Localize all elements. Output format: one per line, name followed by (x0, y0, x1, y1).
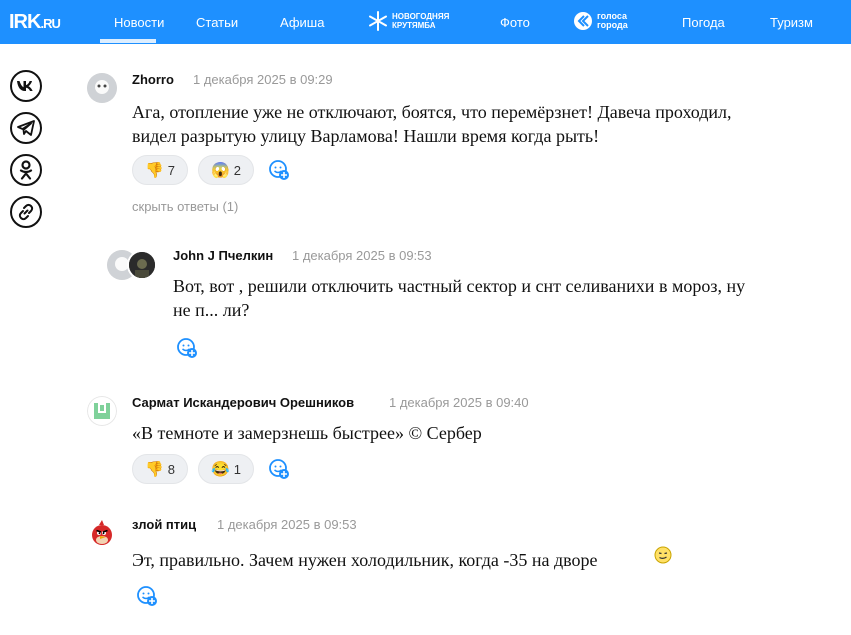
add-reaction-icon[interactable] (136, 585, 158, 607)
reaction-dislike-button[interactable]: 👎 8 (132, 454, 188, 484)
link-icon (18, 203, 34, 221)
telegram-icon (17, 120, 35, 136)
comment-author[interactable]: Zhorro (132, 72, 174, 87)
reaction-count: 2 (233, 162, 241, 178)
nav-item-tourism[interactable]: Туризм (770, 15, 813, 30)
comment-date: 1 декабря 2025 в 09:53 (217, 517, 357, 532)
comment-text: Эт, правильно. Зачем нужен холодильник, … (132, 548, 652, 572)
reaction-shock-button[interactable]: 😱 2 (198, 155, 254, 185)
comment-text-line: «В темноте и замерзнешь быстрее» © Сербе… (132, 423, 482, 443)
comment-author[interactable]: Сармат Искандерович Орешников (132, 395, 354, 410)
promo-city-voices-link[interactable]: голоса города (574, 12, 628, 30)
nav-item-photo[interactable]: Фото (500, 15, 530, 30)
user-avatar-icon (87, 396, 117, 426)
share-telegram-button[interactable] (10, 112, 42, 144)
avatar[interactable] (127, 250, 157, 280)
promo-city-voices-line2: города (597, 20, 628, 30)
odnoklassniki-icon (19, 160, 33, 180)
thumbs-down-icon: 👎 (145, 461, 164, 478)
comment-text-line: Эт, правильно. Зачем нужен холодильник, … (132, 550, 598, 570)
comment-author[interactable]: злой птиц (132, 517, 196, 532)
share-vk-button[interactable] (10, 70, 42, 102)
nav-active-indicator (100, 39, 156, 43)
user-avatar-icon (129, 252, 155, 278)
scream-face-icon: 😱 (211, 162, 230, 179)
comment-text: Вот, вот , решили отключить частный сект… (173, 274, 843, 322)
site-logo[interactable]: IRK.RU (9, 11, 61, 34)
nav-item-news[interactable]: Новости (114, 15, 164, 30)
logo-main-text: IRK (9, 11, 41, 33)
comment-text: «В темноте и замерзнешь быстрее» © Сербе… (132, 421, 832, 445)
reaction-count: 1 (233, 461, 241, 477)
comment-text-line: Вот, вот , решили отключить частный сект… (173, 276, 746, 296)
copy-link-button[interactable] (10, 196, 42, 228)
comment-author[interactable]: John J Пчелкин (173, 248, 273, 263)
reaction-dislike-button[interactable]: 👎 7 (132, 155, 188, 185)
promo-new-year-line2: КРУТЯМБА (392, 21, 436, 30)
comment-date: 1 декабря 2025 в 09:53 (292, 248, 432, 263)
hide-replies-link[interactable]: скрыть ответы (1) (132, 199, 238, 214)
top-navigation-bar: IRK.RU Новости Статьи Афиша НОВОГОДНЯЯ К… (0, 0, 851, 44)
reaction-count: 8 (167, 461, 175, 477)
angry-bird-avatar-icon (92, 520, 112, 545)
user-avatar-icon (87, 73, 117, 103)
thumbs-down-icon: 👎 (145, 162, 164, 179)
avatar[interactable] (87, 518, 117, 548)
promo-new-year-link[interactable]: НОВОГОДНЯЯ КРУТЯМБА (369, 11, 450, 31)
city-voices-icon (574, 12, 592, 30)
reaction-laugh-button[interactable]: 😂 1 (198, 454, 254, 484)
snowflake-icon (369, 11, 387, 31)
nav-item-events[interactable]: Афиша (280, 15, 324, 30)
comment-text-line: не п... ли? (173, 300, 250, 320)
add-reaction-icon[interactable] (268, 458, 290, 480)
nav-item-weather[interactable]: Погода (682, 15, 725, 30)
comment-date: 1 декабря 2025 в 09:40 (389, 395, 529, 410)
laughing-face-icon: 😂 (211, 461, 230, 478)
smirk-smiley-icon (654, 546, 672, 564)
comment-text-line: видел разрытую улицу Варламова! Нашли вр… (132, 126, 600, 146)
nav-item-articles[interactable]: Статьи (196, 15, 238, 30)
avatar[interactable] (87, 73, 117, 103)
logo-suffix-text: .RU (40, 16, 60, 31)
comment-text-line: Ага, отопление уже не отключают, боятся,… (132, 102, 732, 122)
comment-text: Ага, отопление уже не отключают, боятся,… (132, 100, 832, 148)
reaction-count: 7 (167, 162, 175, 178)
share-odnoklassniki-button[interactable] (10, 154, 42, 186)
avatar[interactable] (87, 396, 117, 426)
promo-new-year-line1: НОВОГОДНЯЯ (392, 12, 450, 21)
comment-date: 1 декабря 2025 в 09:29 (193, 72, 333, 87)
add-reaction-icon[interactable] (268, 159, 290, 181)
vk-icon (17, 81, 33, 91)
add-reaction-icon[interactable] (176, 337, 198, 359)
